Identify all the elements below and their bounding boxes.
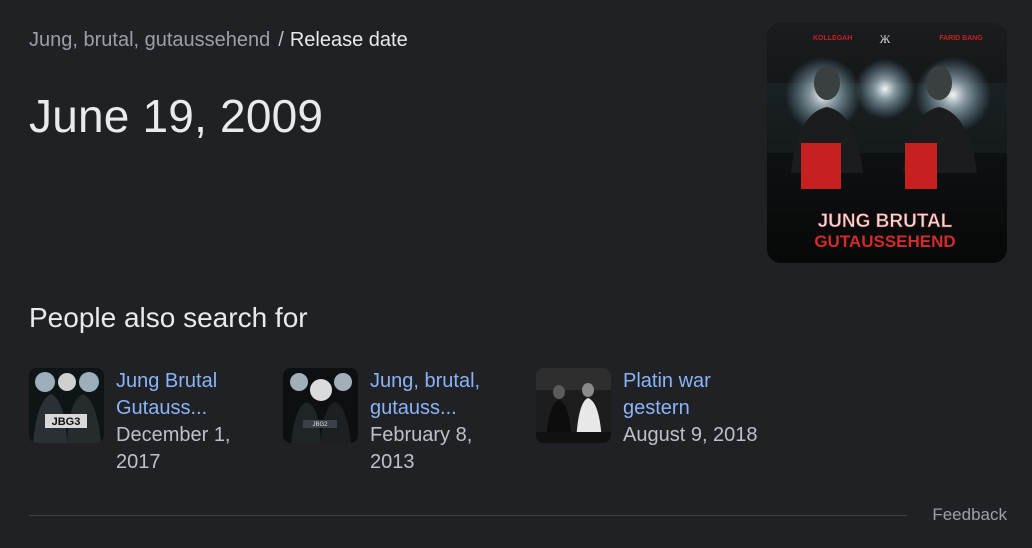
- breadcrumb-parent-link[interactable]: Jung, brutal, gutaussehend: [29, 29, 270, 51]
- people-also-search-heading: People also search for: [29, 302, 308, 333]
- cover-left-artist: KOLLEGAH: [813, 35, 852, 42]
- related-album-date: December 1, 2017: [116, 424, 231, 473]
- album-thumb-art: JBG3: [29, 368, 104, 443]
- related-album-card[interactable]: JBG2 Jung, brutal, gutauss... February 8…: [283, 368, 510, 478]
- related-album-thumbnail[interactable]: JBG2: [283, 368, 358, 443]
- thumb-label: JBG2: [312, 422, 328, 428]
- breadcrumb-separator: /: [278, 29, 284, 51]
- album-thumb-art: JBG2: [283, 368, 358, 443]
- cover-right-artist: FARID BANG: [939, 35, 983, 42]
- related-album-thumbnail[interactable]: JBG3: [29, 368, 104, 443]
- cover-title-line2: GUTAUSSEHEND: [814, 232, 955, 251]
- breadcrumb-current: Release date: [289, 29, 408, 51]
- related-album-card[interactable]: Platin war gestern August 9, 2018: [536, 368, 763, 478]
- breadcrumb: Jung, brutal, gutaussehend / Release date: [29, 28, 408, 52]
- thumb-label: JBG3: [52, 416, 81, 428]
- album-cover-art: KOLLEGAH FARID BANG Ж JUNG BRUTAL GUTAUS…: [767, 23, 1007, 263]
- related-album-title-link[interactable]: Jung, brutal, gutauss...: [370, 368, 510, 422]
- divider: [29, 515, 907, 516]
- related-album-title-link[interactable]: Jung Brutal Gutauss...: [116, 368, 256, 422]
- related-album-card[interactable]: JBG3 Jung Brutal Gutauss... December 1, …: [29, 368, 256, 478]
- album-thumb-art: [536, 368, 611, 443]
- related-album-date: August 9, 2018: [623, 424, 758, 446]
- feedback-link[interactable]: Feedback: [932, 504, 1007, 526]
- related-album-date: February 8, 2013: [370, 424, 473, 473]
- cover-title-line1: JUNG BRUTAL: [818, 211, 953, 232]
- answer-release-date: June 19, 2009: [29, 90, 324, 142]
- svg-text:Ж: Ж: [880, 32, 891, 46]
- album-cover-image[interactable]: KOLLEGAH FARID BANG Ж JUNG BRUTAL GUTAUS…: [767, 23, 1007, 263]
- related-album-title-link[interactable]: Platin war gestern: [623, 368, 763, 422]
- related-album-thumbnail[interactable]: [536, 368, 611, 443]
